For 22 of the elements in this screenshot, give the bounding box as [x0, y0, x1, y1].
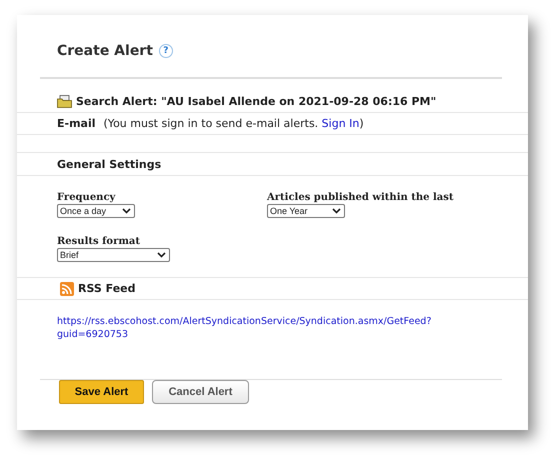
caret-icon	[332, 208, 341, 214]
search-alert-name: Search Alert: "AU Isabel Allende on 2021-09-28 06:16 PM"	[76, 95, 436, 108]
email-label: E-mail	[57, 117, 96, 130]
page-title: Create Alert	[57, 43, 153, 59]
caret-icon	[157, 252, 166, 258]
save-button[interactable]: Save Alert	[59, 380, 144, 404]
sign-in-link[interactable]: Sign In	[322, 117, 360, 130]
help-icon[interactable]: ?	[158, 44, 173, 58]
rss-icon	[60, 282, 74, 296]
field-label: Articles published within the last	[267, 192, 455, 204]
section-heading: General Settings	[57, 158, 162, 170]
folder-icon	[57, 95, 72, 108]
dropdown[interactable]: One Year	[267, 204, 345, 218]
rss-feed-link[interactable]: https://rss.ebscohost.com/AlertSyndicationService/Syndication.asmx/GetFeed? guid=6920753	[17, 300, 528, 349]
field-label: Frequency	[57, 192, 116, 204]
cancel-button[interactable]: Cancel Alert	[152, 380, 249, 404]
dropdown[interactable]: Once a day	[57, 204, 135, 218]
dropdown[interactable]: Brief	[57, 248, 170, 262]
sign-in-note: (You must sign in to send e-mail alerts. Sign In)	[104, 117, 364, 130]
field-label: Results format	[57, 236, 142, 248]
section-heading: RSS Feed	[78, 282, 136, 295]
caret-icon	[122, 208, 131, 214]
